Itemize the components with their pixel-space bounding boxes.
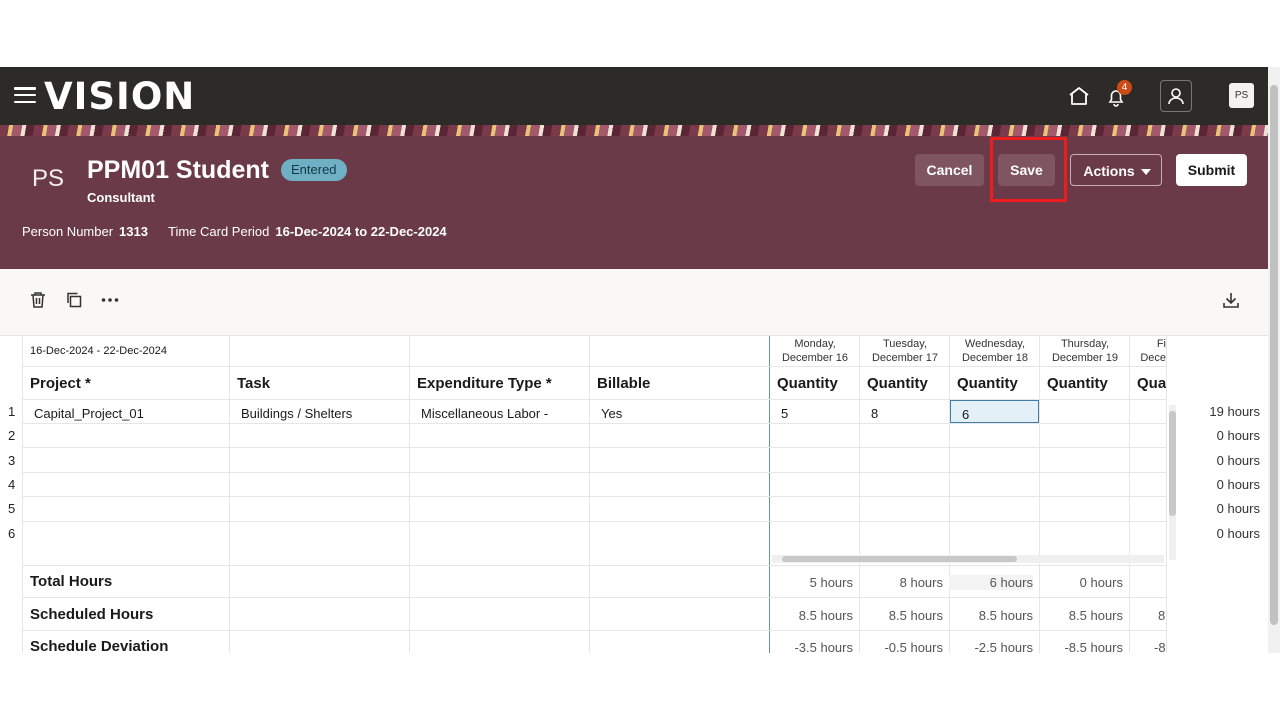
day-header-thursday: Thursday, December 19 <box>1040 337 1130 365</box>
total-hours-value: 5 hours <box>809 575 853 590</box>
vertical-scrollbar-thumb[interactable] <box>1169 411 1176 516</box>
quantity-cell-wednesday-active[interactable]: 6 <box>950 400 1039 423</box>
day-date: December 18 <box>961 352 1029 364</box>
schedule-deviation-value: -8.5 hours <box>1064 640 1123 653</box>
day-date: December 19 <box>1051 352 1119 364</box>
delete-icon[interactable] <box>29 291 47 309</box>
more-options-icon[interactable] <box>101 297 119 303</box>
billable-cell[interactable]: Yes <box>601 406 622 421</box>
row-number: 2 <box>8 428 16 443</box>
row-number: 1 <box>8 404 16 419</box>
home-icon[interactable] <box>1068 86 1090 106</box>
row-number: 3 <box>8 453 16 468</box>
schedule-deviation-value: -2.5 hours <box>974 640 1033 653</box>
scheduled-hours-value: 8.5 hours <box>798 608 853 623</box>
timecard-grid: 16-Dec-2024 - 22-Dec-2024 Project * Task… <box>0 335 1268 653</box>
project-cell[interactable]: Capital_Project_01 <box>34 406 144 421</box>
page-scrollbar[interactable] <box>1268 67 1280 653</box>
person-number: Person Number 1313 <box>22 224 148 239</box>
schedule-deviation-value: -8 <box>1154 640 1166 653</box>
schedule-deviation-value: -0.5 hours <box>884 640 943 653</box>
quantity-cell-thursday[interactable] <box>1040 400 1129 423</box>
chevron-down-icon <box>1141 169 1151 175</box>
decorative-banner <box>0 125 1268 136</box>
day-header-friday: Fi Dece <box>1130 337 1166 365</box>
row-number: 4 <box>8 477 16 492</box>
menu-icon[interactable] <box>14 87 36 105</box>
cancel-button[interactable]: Cancel <box>915 154 984 186</box>
row-total-hours: 0 hours <box>1216 501 1260 516</box>
total-hours-value: 8 hours <box>899 575 943 590</box>
row-total-hours: 0 hours <box>1216 526 1260 541</box>
task-cell[interactable]: Buildings / Shelters <box>241 406 352 421</box>
timecard-header: PS PPM01 Student Entered Consultant Pers… <box>0 136 1268 269</box>
row-total-hours: 0 hours <box>1216 453 1260 468</box>
row-total-hours: 0 hours <box>1216 428 1260 443</box>
day-name: Wednesday, <box>964 338 1026 350</box>
day-date: Dece <box>1140 352 1166 364</box>
day-name: Monday, <box>794 338 836 350</box>
scheduled-hours-value: 8.5 hours <box>978 608 1033 623</box>
quantity-header[interactable]: Quantity <box>777 375 838 392</box>
day-header-wednesday: Wednesday, December 18 <box>950 337 1040 365</box>
quantity-header[interactable]: Quantity <box>1047 375 1108 392</box>
user-profile-button[interactable] <box>1160 80 1192 112</box>
total-hours-value: 6 hours <box>949 575 1033 590</box>
quantity-header[interactable]: Quantity <box>957 375 1018 392</box>
person-name: PPM01 Student <box>87 156 269 184</box>
person-role: Consultant <box>87 190 155 205</box>
row-number: 5 <box>8 501 16 516</box>
schedule-deviation-value: -3.5 hours <box>794 640 853 653</box>
column-header-task[interactable]: Task <box>237 375 270 392</box>
notification-count-badge: 4 <box>1117 80 1132 95</box>
grid-toolbar <box>0 269 1268 335</box>
person-avatar: PS <box>31 165 64 192</box>
date-range-label: 16-Dec-2024 - 22-Dec-2024 <box>30 345 167 357</box>
schedule-deviation-label: Schedule Deviation <box>30 638 169 653</box>
column-header-project[interactable]: Project * <box>30 375 91 392</box>
duplicate-icon[interactable] <box>65 291 83 309</box>
horizontal-scrollbar-thumb[interactable] <box>782 556 1017 562</box>
time-card-period-value: 16-Dec-2024 to 22-Dec-2024 <box>275 224 447 239</box>
total-hours-label: Total Hours <box>30 573 113 590</box>
scheduled-hours-value: 8 <box>1158 608 1166 623</box>
day-name: Tuesday, <box>882 338 928 350</box>
actions-menu-button[interactable]: Actions <box>1070 154 1162 186</box>
column-header-expenditure-type[interactable]: Expenditure Type * <box>417 375 552 392</box>
download-icon[interactable] <box>1222 291 1240 309</box>
person-number-value: 1313 <box>119 224 148 239</box>
row-total-hours: 19 hours <box>1209 404 1260 419</box>
day-date: December 16 <box>781 352 849 364</box>
scheduled-hours-value: 8.5 hours <box>888 608 943 623</box>
scheduled-hours-label: Scheduled Hours <box>30 606 154 623</box>
page-scrollbar-thumb[interactable] <box>1270 85 1278 625</box>
quantity-cell-monday[interactable]: 5 <box>781 406 788 421</box>
row-number: 6 <box>8 526 16 541</box>
quantity-header[interactable]: Qua <box>1137 375 1166 392</box>
actions-label: Actions <box>1083 163 1135 179</box>
day-header-tuesday: Tuesday, December 17 <box>860 337 950 365</box>
time-card-period-label: Time Card Period <box>168 224 270 239</box>
scheduled-hours-value: 8.5 hours <box>1068 608 1123 623</box>
user-avatar[interactable]: PS <box>1229 83 1254 108</box>
submit-button[interactable]: Submit <box>1176 154 1247 186</box>
time-card-period: Time Card Period 16-Dec-2024 to 22-Dec-20… <box>168 224 447 239</box>
quantity-cell-tuesday[interactable]: 8 <box>871 406 878 421</box>
day-name: Fi <box>1156 338 1166 350</box>
day-date: December 17 <box>871 352 939 364</box>
quantity-header[interactable]: Quantity <box>867 375 928 392</box>
status-badge: Entered <box>281 159 347 181</box>
total-hours-value: 0 hours <box>1079 575 1123 590</box>
person-icon <box>1168 88 1184 105</box>
day-header-monday: Monday, December 16 <box>770 337 860 365</box>
row-total-hours: 0 hours <box>1216 477 1260 492</box>
day-name: Thursday, <box>1060 338 1110 350</box>
person-number-label: Person Number <box>22 224 114 239</box>
column-header-billable[interactable]: Billable <box>597 375 650 392</box>
save-highlight-box <box>990 137 1067 202</box>
expenditure-type-cell[interactable]: Miscellaneous Labor - <box>421 406 548 421</box>
app-logo[interactable]: VISION <box>44 75 195 119</box>
